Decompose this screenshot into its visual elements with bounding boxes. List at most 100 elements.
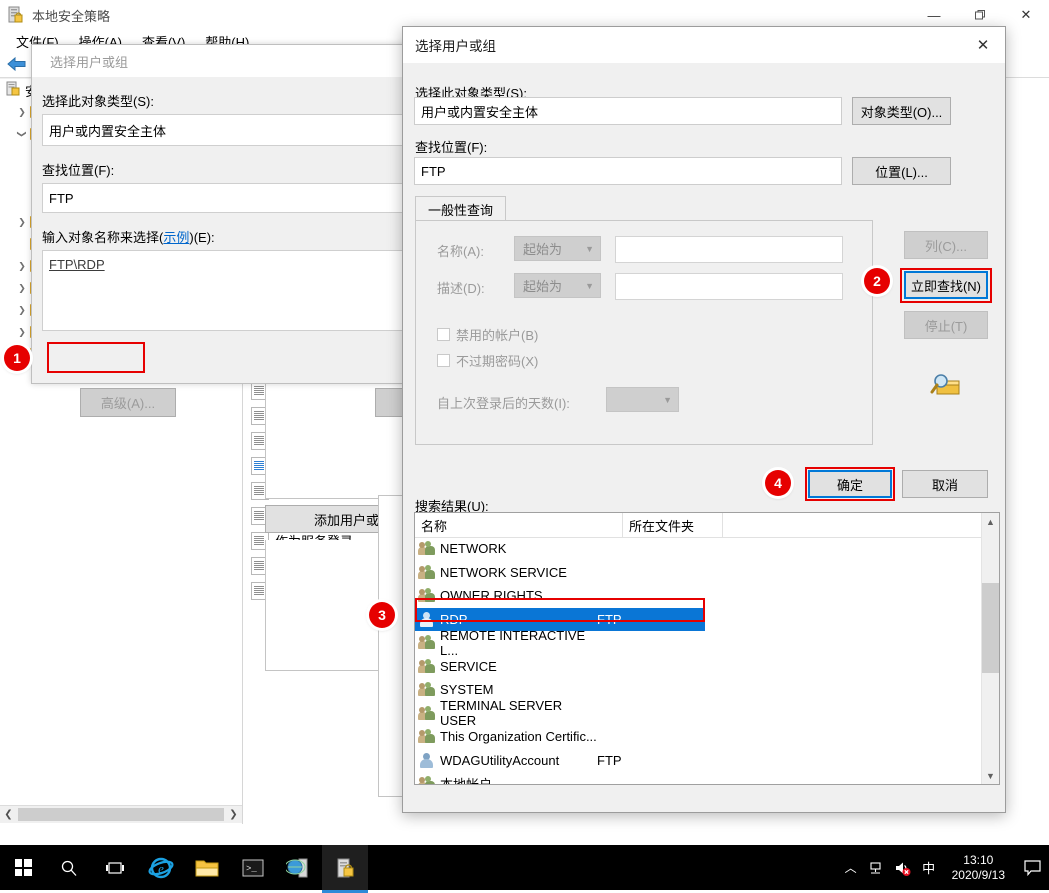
result-row[interactable]: WDAGUtilityAccount FTP <box>415 749 983 773</box>
tree-horizontal-scrollbar[interactable]: ❮ ❯ <box>0 805 242 823</box>
chevron-right-icon[interactable]: ❯ <box>14 214 30 230</box>
location-label: 查找位置(F): <box>415 140 488 155</box>
description-operator-select[interactable]: 起始为 ▼ <box>514 273 601 298</box>
location-field[interactable]: FTP <box>414 157 842 185</box>
result-name-cell: NETWORK <box>418 541 597 557</box>
ok-button[interactable]: 确定 <box>808 470 892 498</box>
chevron-up-icon[interactable]: ︿ <box>838 845 864 890</box>
back-arrow-icon[interactable] <box>6 55 28 75</box>
scroll-down-icon[interactable]: ▼ <box>982 767 999 784</box>
non-expiring-password-checkbox-row[interactable]: 不过期密码(X) <box>437 351 538 370</box>
results-scrollbar[interactable]: ▲ ▼ <box>981 513 999 784</box>
chevron-right-icon[interactable] <box>14 236 30 252</box>
result-name: NETWORK SERVICE <box>440 564 567 580</box>
result-row[interactable]: This Organization Certific... <box>415 725 983 749</box>
start-icon[interactable] <box>0 845 46 890</box>
close-icon[interactable]: ✕ <box>961 28 1005 62</box>
bg-names-textarea[interactable]: FTP\RDP <box>42 250 423 331</box>
disabled-accounts-checkbox-row[interactable]: 禁用的帐户(B) <box>437 325 538 344</box>
result-row[interactable]: NETWORK SERVICE <box>415 561 983 585</box>
window-title: 本地安全策略 <box>32 8 111 24</box>
bg-location-field[interactable]: FTP <box>42 183 423 213</box>
stop-button[interactable]: 停止(T) <box>904 311 988 339</box>
scroll-up-icon[interactable]: ▲ <box>982 513 999 530</box>
taskbar: e >_ ︿ 中 13:10 2020/9/13 <box>0 845 1049 893</box>
result-row[interactable]: OWNER RIGHTS <box>415 584 983 608</box>
columns-button[interactable]: 列(C)... <box>904 231 988 259</box>
scroll-right-icon[interactable]: ❯ <box>225 806 242 823</box>
user-icon <box>419 611 435 627</box>
name-operator-select[interactable]: 起始为 ▼ <box>514 236 601 261</box>
find-now-button[interactable]: 立即查找(N) <box>904 271 988 299</box>
general-query-panel: 名称(A): 起始为 ▼ 描述(D): 起始为 ▼ 禁用的帐户(B) 不过期密码… <box>415 220 873 445</box>
group-icon <box>418 541 435 556</box>
tab-general-query[interactable]: 一般性查询 <box>415 196 507 221</box>
chevron-right-icon[interactable]: ❯ <box>14 104 30 120</box>
results-scroll-thumb[interactable] <box>982 583 999 673</box>
object-type-button[interactable]: 对象类型(O)... <box>852 97 951 125</box>
result-name-cell: SERVICE <box>418 658 597 674</box>
close-button[interactable]: ✕ <box>1003 0 1049 30</box>
object-type-field[interactable]: 用户或内置安全主体 <box>414 97 842 125</box>
example-link[interactable]: 示例 <box>163 230 189 245</box>
result-name: NETWORK <box>440 541 507 557</box>
results-header: 名称 所在文件夹 <box>415 513 999 538</box>
scroll-thumb[interactable] <box>18 808 224 821</box>
name-value-input[interactable] <box>615 236 843 263</box>
annotation-badge-4: 4 <box>765 470 791 496</box>
days-since-login-select[interactable]: ▼ <box>606 387 679 412</box>
svg-text:>_: >_ <box>246 864 257 874</box>
result-row[interactable]: TERMINAL SERVER USER <box>415 698 983 728</box>
result-row[interactable]: NETWORK <box>415 537 983 561</box>
bg-object-type-field[interactable]: 用户或内置安全主体 <box>42 114 423 146</box>
result-row[interactable]: REMOTE INTERACTIVE L... <box>415 627 983 658</box>
action-center-icon[interactable] <box>1015 845 1049 890</box>
file-explorer-icon[interactable] <box>184 845 230 890</box>
search-results-list[interactable]: 名称 所在文件夹 NETWORK NETWORK SERVICE OWNER RIG… <box>414 512 1000 785</box>
column-blank <box>723 513 983 537</box>
bg-names-value: FTP\RDP <box>49 257 105 272</box>
chevron-right-icon[interactable]: ❯ <box>14 324 30 340</box>
column-name[interactable]: 名称 <box>415 513 623 537</box>
ime-icon[interactable]: 中 <box>916 845 942 890</box>
group-icon <box>418 635 435 650</box>
bg-advanced-button[interactable]: 高级(A)... <box>80 388 176 417</box>
chevron-right-icon[interactable]: ❯ <box>14 302 30 318</box>
result-name: REMOTE INTERACTIVE L... <box>440 627 586 658</box>
result-name: RDP <box>440 611 468 627</box>
task-view-icon[interactable] <box>92 845 138 890</box>
network-app-icon[interactable] <box>276 845 322 890</box>
search-icon[interactable] <box>46 845 92 890</box>
chevron-down-icon: ▼ <box>585 280 594 291</box>
cancel-button[interactable]: 取消 <box>902 470 988 498</box>
terminal-icon[interactable]: >_ <box>230 845 276 890</box>
disabled-accounts-checkbox[interactable] <box>437 328 450 341</box>
result-row[interactable]: SERVICE <box>415 655 983 679</box>
name-operator-value: 起始为 <box>523 242 563 257</box>
result-name: 本地帐户 <box>440 777 493 785</box>
bg-dialog-title: 选择用户或组 <box>32 45 433 77</box>
scroll-left-icon[interactable]: ❮ <box>0 806 17 823</box>
description-value-input[interactable] <box>615 273 843 300</box>
network-icon[interactable] <box>864 845 890 890</box>
chevron-right-icon[interactable]: ❯ <box>14 258 30 274</box>
column-folder[interactable]: 所在文件夹 <box>623 513 723 537</box>
result-row[interactable]: 本地帐户 <box>415 772 983 785</box>
non-expiring-password-checkbox[interactable] <box>437 354 450 367</box>
bg-names-label-post: )(E): <box>189 230 215 245</box>
location-button[interactable]: 位置(L)... <box>852 157 951 185</box>
chevron-down-icon[interactable]: ❯ <box>14 126 30 142</box>
clock[interactable]: 13:10 2020/9/13 <box>942 853 1015 883</box>
group-icon <box>418 564 435 580</box>
result-name-cell: WDAGUtilityAccount <box>419 752 597 768</box>
group-icon <box>418 658 435 674</box>
annotation-badge-3: 3 <box>369 602 395 628</box>
volume-muted-icon[interactable] <box>890 845 916 890</box>
result-folder: FTP <box>597 752 622 768</box>
chevron-right-icon[interactable]: ❯ <box>14 280 30 296</box>
internet-explorer-icon[interactable]: e <box>138 845 184 890</box>
local-security-policy-icon[interactable] <box>322 845 368 893</box>
annotation-badge-2: 2 <box>864 268 890 294</box>
clock-time: 13:10 <box>963 852 994 867</box>
result-name-cell: SYSTEM <box>418 682 597 697</box>
